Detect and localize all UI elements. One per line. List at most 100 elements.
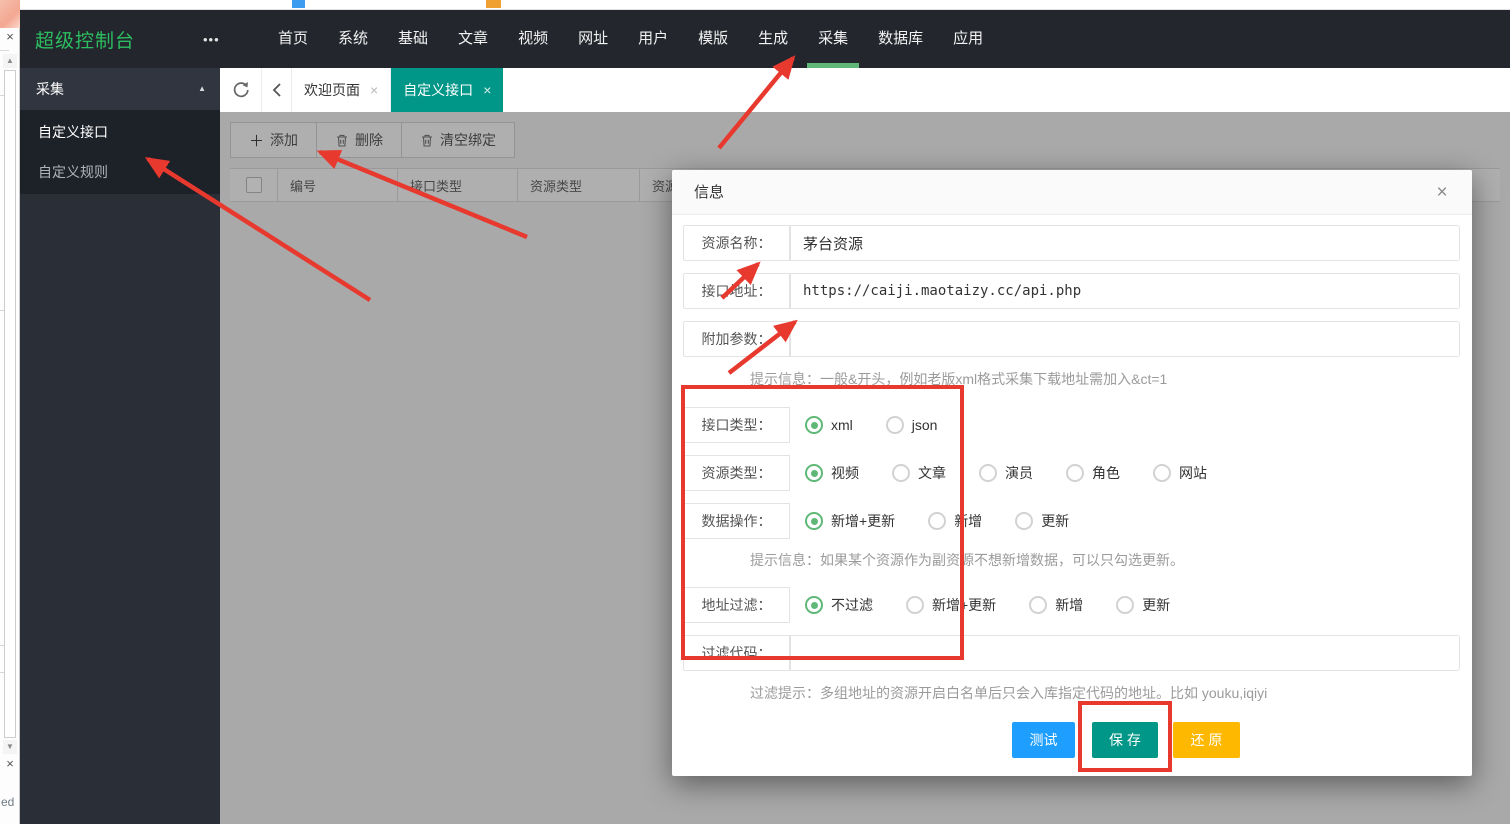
field-api-type: 接口类型： xml json xyxy=(683,407,1460,443)
close-icon[interactable]: × xyxy=(2,757,18,771)
close-icon[interactable]: × xyxy=(370,82,378,98)
nav-item-generate[interactable]: 生成 xyxy=(758,10,788,68)
sidebar: 采集 ▲ 自定义接口 自定义规则 xyxy=(20,68,220,824)
nav-item-basic[interactable]: 基础 xyxy=(398,10,428,68)
field-data-operation: 数据操作： 新增+更新 新增 更新 xyxy=(683,503,1460,539)
nav-item-database[interactable]: 数据库 xyxy=(878,10,923,68)
field-label: 资源类型： xyxy=(683,455,790,491)
filter-code-input[interactable] xyxy=(790,635,1460,671)
params-hint-text: 提示信息：一般&开头，例如老版xml格式采集下载地址需加入&ct=1 xyxy=(750,369,1167,389)
radio-label: 更新 xyxy=(1142,595,1170,615)
radio-label: 新增+更新 xyxy=(932,595,996,615)
tab-label: 欢迎页面 xyxy=(304,80,360,100)
radio-checked-icon xyxy=(805,512,823,530)
filter-hint-text: 过滤提示：多组地址的资源开启白名单后只会入库指定代码的地址。比如 youku,i… xyxy=(750,683,1267,703)
nav-item-home[interactable]: 首页 xyxy=(278,10,308,68)
radio-unchecked-icon xyxy=(1066,464,1084,482)
radio-filter-add[interactable]: 新增 xyxy=(1029,595,1083,615)
radio-article[interactable]: 文章 xyxy=(892,463,946,483)
sidebar-group-collect[interactable]: 采集 ▲ xyxy=(20,68,220,110)
close-icon[interactable]: × xyxy=(2,30,18,44)
app-title: 超级控制台 xyxy=(35,26,185,53)
chevron-left-icon xyxy=(270,82,284,98)
sidebar-item-custom-api[interactable]: 自定义接口 xyxy=(20,112,220,152)
save-button[interactable]: 保 存 xyxy=(1092,722,1158,758)
tab-label: 自定义接口 xyxy=(403,80,473,100)
nav-item-template[interactable]: 模版 xyxy=(698,10,728,68)
radio-no-filter[interactable]: 不过滤 xyxy=(805,595,873,615)
radio-unchecked-icon xyxy=(892,464,910,482)
nav-item-url[interactable]: 网址 xyxy=(578,10,608,68)
tab-bar: 欢迎页面 × 自定义接口 × xyxy=(220,68,1510,112)
close-icon[interactable]: × xyxy=(1428,170,1456,215)
radio-checked-icon xyxy=(805,596,823,614)
resource-name-input[interactable] xyxy=(790,225,1460,261)
extra-params-input[interactable] xyxy=(790,321,1460,357)
radio-label: 视频 xyxy=(831,463,859,483)
sidebar-submenu: 自定义接口 自定义规则 xyxy=(20,110,220,194)
radio-unchecked-icon xyxy=(886,416,904,434)
radio-role[interactable]: 角色 xyxy=(1066,463,1120,483)
scroll-down-icon[interactable]: ▼ xyxy=(3,740,17,754)
field-url-filter: 地址过滤： 不过滤 新增+更新 新增 更新 xyxy=(683,587,1460,623)
modal-header: 信息 × xyxy=(672,170,1472,215)
modal-title: 信息 xyxy=(694,170,724,215)
radio-video[interactable]: 视频 xyxy=(805,463,859,483)
nav-item-collect[interactable]: 采集 xyxy=(818,10,848,68)
radio-unchecked-icon xyxy=(1015,512,1033,530)
nav-item-app[interactable]: 应用 xyxy=(953,10,983,68)
radio-xml[interactable]: xml xyxy=(805,416,853,434)
field-label: 过滤代码： xyxy=(683,635,790,671)
field-filter-code: 过滤代码： xyxy=(683,635,1460,671)
field-label: 数据操作： xyxy=(683,503,790,539)
api-url-input[interactable] xyxy=(790,273,1460,309)
restore-button[interactable]: 还 原 xyxy=(1173,722,1240,758)
radio-add-update[interactable]: 新增+更新 xyxy=(805,511,895,531)
nav-item-video[interactable]: 视频 xyxy=(518,10,548,68)
nav-item-article[interactable]: 文章 xyxy=(458,10,488,68)
radio-label: 文章 xyxy=(918,463,946,483)
more-menu-icon[interactable]: ••• xyxy=(203,32,237,47)
radio-unchecked-icon xyxy=(1153,464,1171,482)
top-navbar: 超级控制台 ••• 首页 系统 基础 文章 视频 网址 用户 模版 生成 采集 … xyxy=(20,10,1510,68)
nav-item-user[interactable]: 用户 xyxy=(638,10,668,68)
radio-label: 不过滤 xyxy=(831,595,873,615)
radio-label: 新增+更新 xyxy=(831,511,895,531)
scroll-up-icon[interactable]: ▲ xyxy=(3,54,17,68)
radio-json[interactable]: json xyxy=(886,416,938,434)
radio-filter-add-update[interactable]: 新增+更新 xyxy=(906,595,996,615)
field-label: 接口地址： xyxy=(683,273,790,309)
back-button[interactable] xyxy=(262,68,292,112)
close-icon[interactable]: × xyxy=(483,82,491,98)
field-resource-type: 资源类型： 视频 文章 演员 角色 网站 xyxy=(683,455,1460,491)
radio-label: 新增 xyxy=(954,511,982,531)
background-fragment-orange xyxy=(486,0,501,8)
nav-item-system[interactable]: 系统 xyxy=(338,10,368,68)
radio-label: json xyxy=(912,417,938,433)
collapse-arrow-icon: ▲ xyxy=(198,68,206,110)
field-label: 接口类型： xyxy=(683,407,790,443)
tab-custom-api[interactable]: 自定义接口 × xyxy=(391,68,503,112)
radio-add[interactable]: 新增 xyxy=(928,511,982,531)
refresh-button[interactable] xyxy=(220,68,262,112)
tab-welcome[interactable]: 欢迎页面 × xyxy=(292,68,391,112)
scrollbar-track[interactable] xyxy=(4,70,16,738)
radio-website[interactable]: 网站 xyxy=(1153,463,1207,483)
radio-label: 角色 xyxy=(1092,463,1120,483)
radio-label: 演员 xyxy=(1005,463,1033,483)
sidebar-item-custom-rule[interactable]: 自定义规则 xyxy=(20,152,220,192)
radio-update[interactable]: 更新 xyxy=(1015,511,1069,531)
radio-group-data-operation: 新增+更新 新增 更新 xyxy=(805,503,1102,539)
scrollbar[interactable]: ▲ ▼ xyxy=(3,54,17,754)
refresh-icon xyxy=(231,80,251,100)
info-modal: 信息 × 资源名称： 接口地址： 附加参数： 提示信息：一般&开头，例如老版xm… xyxy=(672,170,1472,776)
radio-group-resource-type: 视频 文章 演员 角色 网站 xyxy=(805,455,1240,491)
radio-checked-icon xyxy=(805,464,823,482)
radio-unchecked-icon xyxy=(906,596,924,614)
test-button[interactable]: 测试 xyxy=(1012,722,1075,758)
radio-filter-update[interactable]: 更新 xyxy=(1116,595,1170,615)
field-label: 地址过滤： xyxy=(683,587,790,623)
background-image-fragment xyxy=(0,0,20,28)
field-resource-name: 资源名称： xyxy=(683,225,1460,261)
radio-actor[interactable]: 演员 xyxy=(979,463,1033,483)
